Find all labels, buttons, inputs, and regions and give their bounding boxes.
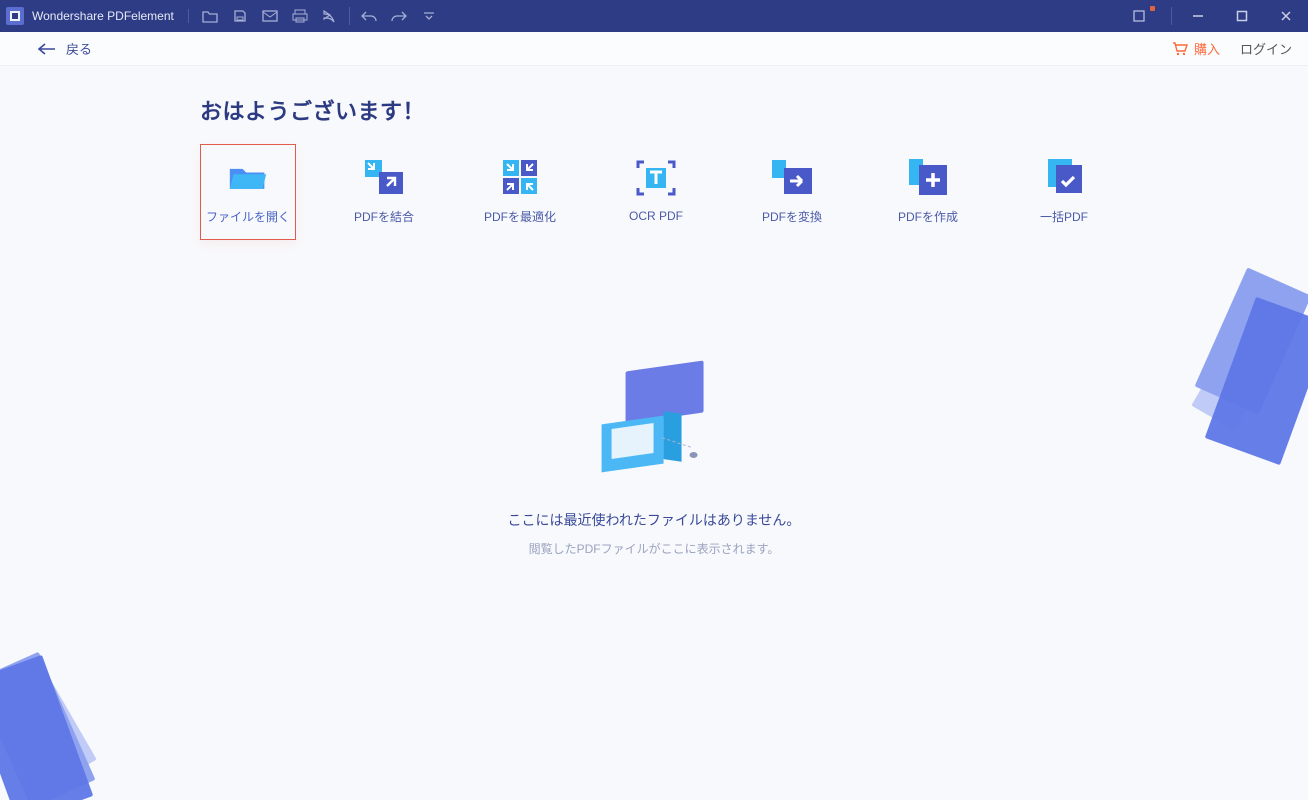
tile-label: PDFを結合	[354, 208, 414, 225]
decoration-icon	[0, 620, 150, 800]
empty-title: ここには最近使われたファイルはありません。	[508, 510, 801, 530]
maximize-button[interactable]	[1220, 0, 1264, 32]
greeting-heading: おはようございます！	[200, 94, 425, 126]
tile-label: 一括PDF	[1040, 208, 1088, 225]
login-label: ログイン	[1240, 42, 1292, 57]
titlebar: Wondershare PDFelement	[0, 0, 1308, 32]
notification-icon[interactable]	[1117, 0, 1161, 32]
buy-label: 購入	[1194, 39, 1220, 58]
arrow-left-icon	[38, 43, 56, 55]
main-area: おはようございます！ ファイルを開く PDFを結合	[0, 66, 1308, 800]
login-button[interactable]: ログイン	[1240, 39, 1292, 58]
minimize-button[interactable]	[1176, 0, 1220, 32]
tile-merge-pdf[interactable]: PDFを結合	[336, 144, 432, 240]
tile-optimize-pdf[interactable]: PDFを最適化	[472, 144, 568, 240]
decoration-icon	[1168, 266, 1308, 486]
tile-label: OCR PDF	[629, 209, 683, 223]
undo-icon[interactable]	[354, 0, 384, 32]
empty-subtitle: 閲覧したPDFファイルがここに表示されます。	[529, 540, 780, 557]
empty-illustration-icon	[584, 356, 724, 486]
merge-icon	[364, 160, 404, 194]
redo-icon[interactable]	[384, 0, 414, 32]
open-file-icon[interactable]	[195, 0, 225, 32]
back-label: 戻る	[66, 39, 92, 58]
cart-icon	[1172, 42, 1188, 56]
tile-create-pdf[interactable]: PDFを作成	[880, 144, 976, 240]
save-icon[interactable]	[225, 0, 255, 32]
tile-ocr-pdf[interactable]: OCR PDF	[608, 144, 704, 240]
batch-icon	[1044, 160, 1084, 194]
tile-open-file[interactable]: ファイルを開く	[200, 144, 296, 240]
folder-open-icon	[228, 160, 268, 194]
secondary-toolbar: 戻る 購入 ログイン	[0, 32, 1308, 66]
empty-state: ここには最近使われたファイルはありません。 閲覧したPDFファイルがここに表示さ…	[508, 356, 801, 557]
tile-label: PDFを変換	[762, 208, 822, 225]
tile-convert-pdf[interactable]: PDFを変換	[744, 144, 840, 240]
tile-batch-pdf[interactable]: 一括PDF	[1016, 144, 1112, 240]
buy-button[interactable]: 購入	[1172, 39, 1220, 58]
print-icon[interactable]	[285, 0, 315, 32]
back-button[interactable]: 戻る	[38, 39, 92, 58]
share-icon[interactable]	[315, 0, 345, 32]
app-title: Wondershare PDFelement	[32, 9, 189, 23]
customize-qat-icon[interactable]	[414, 0, 444, 32]
tile-label: ファイルを開く	[206, 208, 290, 225]
quick-access-toolbar	[195, 0, 444, 32]
tile-label: PDFを作成	[898, 208, 958, 225]
ocr-icon	[636, 161, 676, 195]
convert-icon	[772, 160, 812, 194]
optimize-icon	[500, 160, 540, 194]
mail-icon[interactable]	[255, 0, 285, 32]
app-logo-icon	[6, 7, 24, 25]
separator	[349, 7, 350, 25]
action-tiles: ファイルを開く PDFを結合 PDFを最適化	[200, 144, 1112, 240]
close-button[interactable]	[1264, 0, 1308, 32]
tile-label: PDFを最適化	[484, 208, 556, 225]
separator	[1171, 7, 1172, 25]
create-icon	[908, 160, 948, 194]
